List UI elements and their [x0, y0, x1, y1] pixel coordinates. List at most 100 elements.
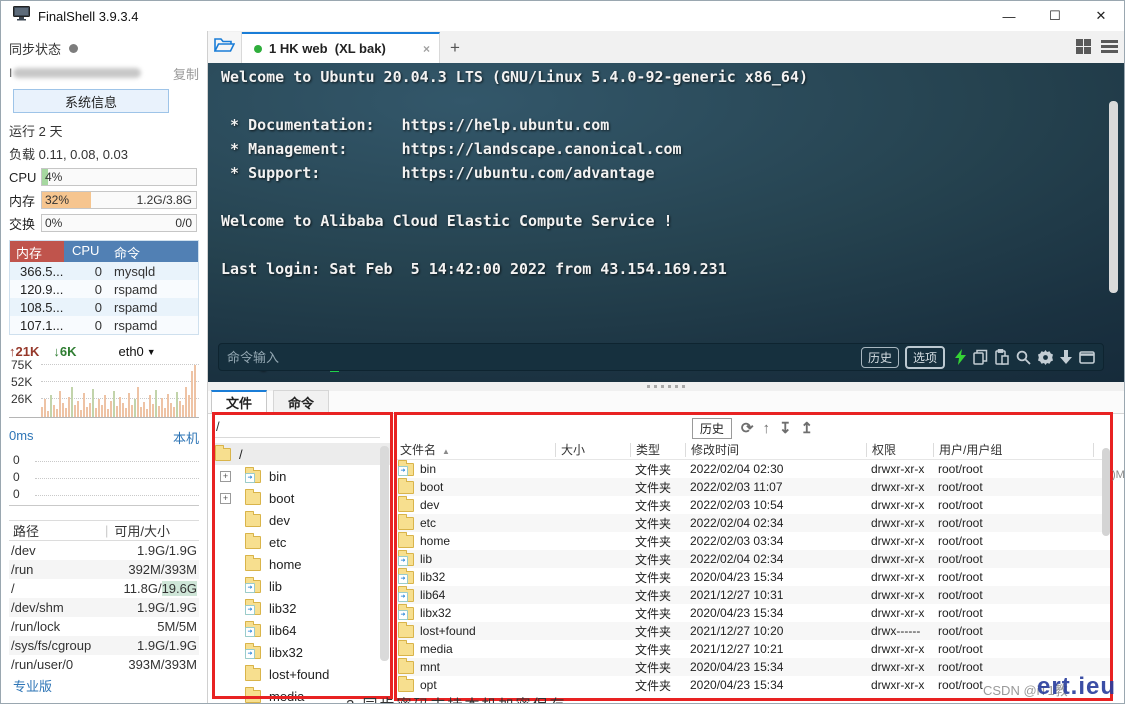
file-owner: root/root — [938, 462, 983, 476]
file-row-mnt[interactable]: mnt 文件夹 2020/04/23 15:34 drwxr-xr-x root/roo… — [395, 657, 1110, 676]
folder-icon — [398, 531, 414, 548]
graph-bar — [113, 391, 115, 417]
options-button[interactable]: 选项 — [904, 345, 945, 369]
file-row-lib[interactable]: lib 文件夹 2022/02/04 02:34 drwxr-xr-x root/roo… — [395, 549, 1110, 568]
tree-item-root[interactable]: / — [212, 443, 390, 465]
close-button[interactable]: ✕ — [1078, 1, 1124, 31]
minimize-button[interactable]: — — [986, 1, 1032, 31]
terminal[interactable]: Welcome to Ubuntu 20.04.3 LTS (GNU/Linux… — [208, 63, 1124, 382]
layout-grid-icon[interactable] — [1076, 39, 1091, 54]
expand-icon[interactable]: + — [220, 471, 231, 482]
tree-item-home[interactable]: home — [212, 553, 390, 575]
disk-value: 392M/393M — [128, 562, 197, 577]
file-name-cell: dev — [395, 495, 555, 512]
tree-item-boot[interactable]: + boot — [212, 487, 390, 509]
tree-item-lib64[interactable]: lib64 — [212, 619, 390, 641]
new-tab-button[interactable]: + — [440, 32, 470, 63]
tab-files[interactable]: 文件 — [211, 390, 267, 413]
up-directory-icon[interactable]: ↑ — [762, 421, 770, 436]
process-row[interactable]: 120.9... 0 rspamd — [10, 280, 198, 298]
file-row-lib64[interactable]: lib64 文件夹 2021/12/27 10:31 drwxr-xr-x root/r… — [395, 585, 1110, 604]
settings-gear-icon[interactable] — [1038, 349, 1053, 365]
process-row[interactable]: 108.5... 0 rspamd — [10, 298, 198, 316]
history-button[interactable]: 历史 — [860, 346, 899, 368]
tree-item-lib[interactable]: lib — [212, 575, 390, 597]
file-row-libx32[interactable]: libx32 文件夹 2020/04/23 15:34 drwxr-xr-x root/… — [395, 603, 1110, 622]
column-header-4[interactable]: 权限 — [866, 442, 933, 457]
process-row[interactable]: 366.5... 0 mysqld — [10, 262, 198, 280]
upload-icon[interactable]: ↥ — [801, 421, 814, 436]
tree-item-lost+found[interactable]: lost+found — [212, 663, 390, 685]
process-row[interactable]: 107.1... 0 rspamd — [10, 316, 198, 334]
session-tab[interactable]: 1 HK web (XL bak) × — [242, 32, 440, 63]
expand-icon[interactable]: + — [220, 493, 231, 504]
file-row-boot[interactable]: boot 文件夹 2022/02/03 11:07 drwxr-xr-x root/ro… — [395, 477, 1110, 496]
paste-icon[interactable] — [995, 349, 1009, 365]
file-row-dev[interactable]: dev 文件夹 2022/02/03 10:54 drwxr-xr-x root/roo… — [395, 495, 1110, 514]
scroll-down-icon[interactable] — [1060, 350, 1072, 364]
disk-header-size[interactable]: 可用/大小 — [108, 521, 170, 540]
tree-item-bin[interactable]: + bin — [212, 465, 390, 487]
tree-item-dev[interactable]: dev — [212, 509, 390, 531]
column-header-2[interactable]: 类型 — [630, 442, 685, 457]
download-icon[interactable]: ↧ — [779, 421, 792, 436]
tree-scrollbar-thumb[interactable] — [380, 446, 389, 661]
process-header-cpu[interactable]: CPU — [64, 241, 112, 262]
tree-item-lib32[interactable]: lib32 — [212, 597, 390, 619]
process-table-header[interactable]: 内存 CPU 命令 — [10, 241, 198, 262]
process-header-cmd[interactable]: 命令 — [112, 241, 198, 262]
menu-icon[interactable] — [1101, 40, 1118, 53]
file-history-button[interactable]: 历史 — [691, 417, 732, 439]
refresh-icon[interactable]: ⟳ — [741, 421, 754, 436]
tree-item-label: bin — [269, 468, 287, 484]
maximize-button[interactable]: ☐ — [1032, 1, 1078, 31]
path-input[interactable] — [212, 416, 380, 438]
command-input[interactable] — [227, 349, 855, 365]
connection-manager-button[interactable] — [208, 32, 242, 63]
network-interface-selector[interactable]: eth0 — [118, 344, 143, 359]
terminal-scrollbar-thumb[interactable] — [1109, 101, 1118, 293]
file-row-bin[interactable]: bin 文件夹 2022/02/04 02:30 drwxr-xr-x root/roo… — [395, 459, 1110, 478]
file-table-header: 文件名 ▲ 大小 类型 修改时间 权限 用户/用户组 — [395, 440, 1110, 460]
file-list-scrollbar-thumb[interactable] — [1102, 448, 1110, 536]
copy-icon[interactable] — [973, 349, 988, 365]
file-name: lib — [420, 552, 433, 566]
pane-splitter[interactable] — [208, 382, 1124, 391]
ping-target-link[interactable]: 本机 — [173, 428, 199, 447]
file-row-home[interactable]: home 文件夹 2022/02/03 03:34 drwxr-xr-x root/ro… — [395, 531, 1110, 550]
graph-bar — [182, 405, 184, 417]
disk-path: /sys/fs/cgroup — [11, 638, 92, 653]
graph-bar — [152, 404, 154, 417]
file-mtime: 2021/12/27 10:31 — [690, 588, 784, 602]
column-header-5[interactable]: 用户/用户组 — [933, 442, 1093, 457]
process-cmd: mysqld — [114, 263, 156, 279]
column-header-0[interactable]: 文件名 ▲ — [395, 443, 555, 457]
file-owner: root/root — [938, 480, 983, 494]
search-icon[interactable] — [1016, 350, 1031, 365]
process-header-mem[interactable]: 内存 — [10, 241, 64, 262]
tree-item-etc[interactable]: etc — [212, 531, 390, 553]
file-name-cell: etc — [395, 513, 555, 530]
graph-bar — [179, 401, 181, 417]
file-row-media[interactable]: media 文件夹 2021/12/27 10:21 drwxr-xr-x root/r… — [395, 639, 1110, 658]
resource-meters: CPU 4% 内存 32% 1.2G/3.8G 交换 0% 0/0 — [1, 168, 207, 232]
file-row-etc[interactable]: etc 文件夹 2022/02/04 02:34 drwxr-xr-x root/roo… — [395, 513, 1110, 532]
copy-ip-link[interactable]: 复制 — [173, 64, 199, 83]
system-info-button[interactable]: 系统信息 — [13, 89, 169, 113]
meter-value: 0% — [45, 216, 63, 230]
column-header-3[interactable]: 修改时间 — [685, 442, 866, 457]
file-row-lost+found[interactable]: lost+found 文件夹 2021/12/27 10:20 drwx------ r… — [395, 621, 1110, 640]
sort-ascending-icon: ▲ — [442, 446, 450, 456]
directory-tree-pane: / + bin + boot dev etc home lib lib32 lib64 libx32 l… — [212, 416, 390, 703]
folder-icon — [215, 444, 231, 461]
tab-close-icon[interactable]: × — [420, 42, 433, 56]
file-row-lib32[interactable]: lib32 文件夹 2020/04/23 15:34 drwxr-xr-x root/r… — [395, 567, 1110, 586]
tree-item-libx32[interactable]: libx32 — [212, 641, 390, 663]
file-name: etc — [420, 516, 437, 530]
column-header-1[interactable]: 大小 — [555, 442, 630, 457]
disk-header-path[interactable]: 路径 — [9, 521, 105, 540]
tab-commands[interactable]: 命令 — [273, 390, 329, 413]
edition-label[interactable]: 专业版 — [13, 676, 52, 695]
quick-connect-icon[interactable] — [955, 349, 966, 365]
window-mode-icon[interactable] — [1079, 350, 1095, 364]
